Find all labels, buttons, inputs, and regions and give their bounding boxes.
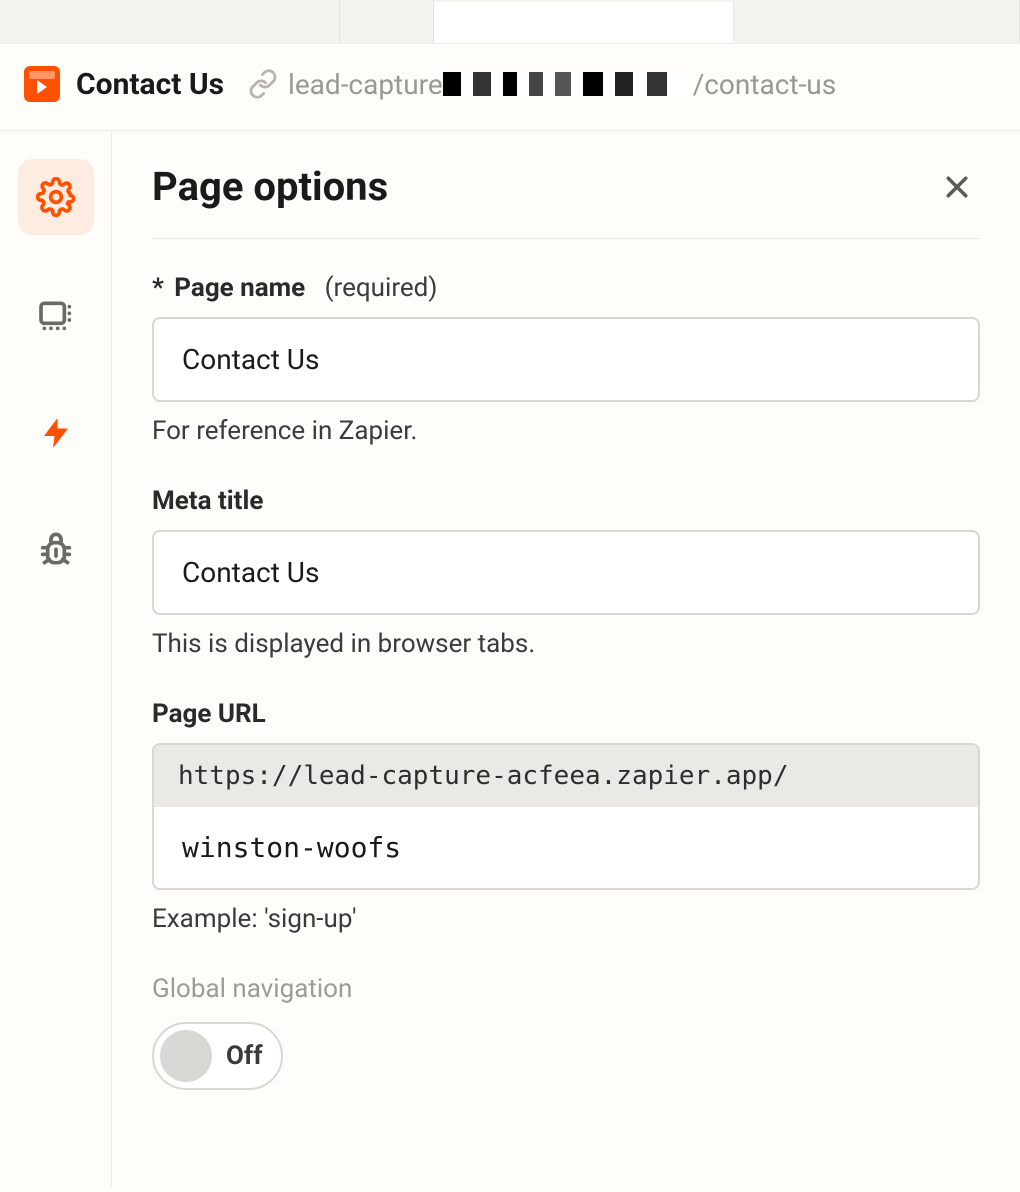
tab-blank-3[interactable] [734, 0, 1020, 43]
page-url-display[interactable]: lead-capture/contact-us [248, 68, 836, 101]
bug-icon [36, 531, 76, 571]
tab-active[interactable] [434, 0, 734, 43]
page-url-box: https://lead-capture-acfeea.zapier.app/ [152, 743, 980, 890]
toggle-knob [160, 1030, 212, 1082]
sidebar-item-actions[interactable] [18, 395, 94, 471]
page-url-prefix: https://lead-capture-acfeea.zapier.app/ [154, 745, 978, 807]
gear-icon [36, 177, 76, 217]
global-nav-label: Global navigation [152, 974, 980, 1004]
meta-title-input[interactable] [152, 530, 980, 615]
page-url-text: lead-capture/contact-us [288, 68, 836, 101]
page-name-required: (required) [325, 273, 438, 303]
toggle-state-text: Off [226, 1041, 263, 1071]
tab-blank-2[interactable] [340, 0, 434, 43]
bolt-icon [38, 415, 74, 451]
page-url-label: Page URL [152, 699, 980, 729]
sidebar-item-debug[interactable] [18, 513, 94, 589]
left-sidebar [0, 131, 112, 1187]
sidebar-item-settings[interactable] [18, 159, 94, 235]
layout-icon [36, 295, 76, 335]
link-icon [248, 69, 278, 99]
global-nav-toggle[interactable]: Off [152, 1022, 283, 1090]
page-url-help: Example: 'sign-up' [152, 904, 980, 934]
page-name-help: For reference in Zapier. [152, 416, 980, 446]
field-page-url: Page URL https://lead-capture-acfeea.zap… [152, 699, 980, 934]
close-icon [942, 172, 972, 202]
url-prefix: lead-capture [288, 68, 443, 101]
close-button[interactable] [934, 164, 980, 210]
interfaces-app-icon [24, 66, 60, 102]
tabstrip [0, 0, 1020, 44]
url-suffix: /contact-us [693, 68, 836, 101]
meta-title-help: This is displayed in browser tabs. [152, 629, 980, 659]
required-asterisk: * [152, 273, 164, 303]
field-page-name: * Page name (required) For reference in … [152, 273, 980, 446]
sidebar-item-layout[interactable] [18, 277, 94, 353]
settings-panel: Page options * Page name (required) For … [112, 131, 1020, 1187]
tab-blank-1[interactable] [0, 0, 340, 43]
page-name-label: Page name [174, 273, 305, 303]
field-global-nav: Global navigation Off [152, 974, 980, 1090]
url-redacted [443, 72, 693, 96]
page-url-input[interactable] [154, 807, 978, 888]
page-name-input[interactable] [152, 317, 980, 402]
panel-title: Page options [152, 163, 388, 210]
meta-title-label: Meta title [152, 486, 980, 516]
page-title: Contact Us [76, 67, 224, 102]
field-meta-title: Meta title This is displayed in browser … [152, 486, 980, 659]
page-header: Contact Us lead-capture/contact-us [0, 44, 1020, 131]
